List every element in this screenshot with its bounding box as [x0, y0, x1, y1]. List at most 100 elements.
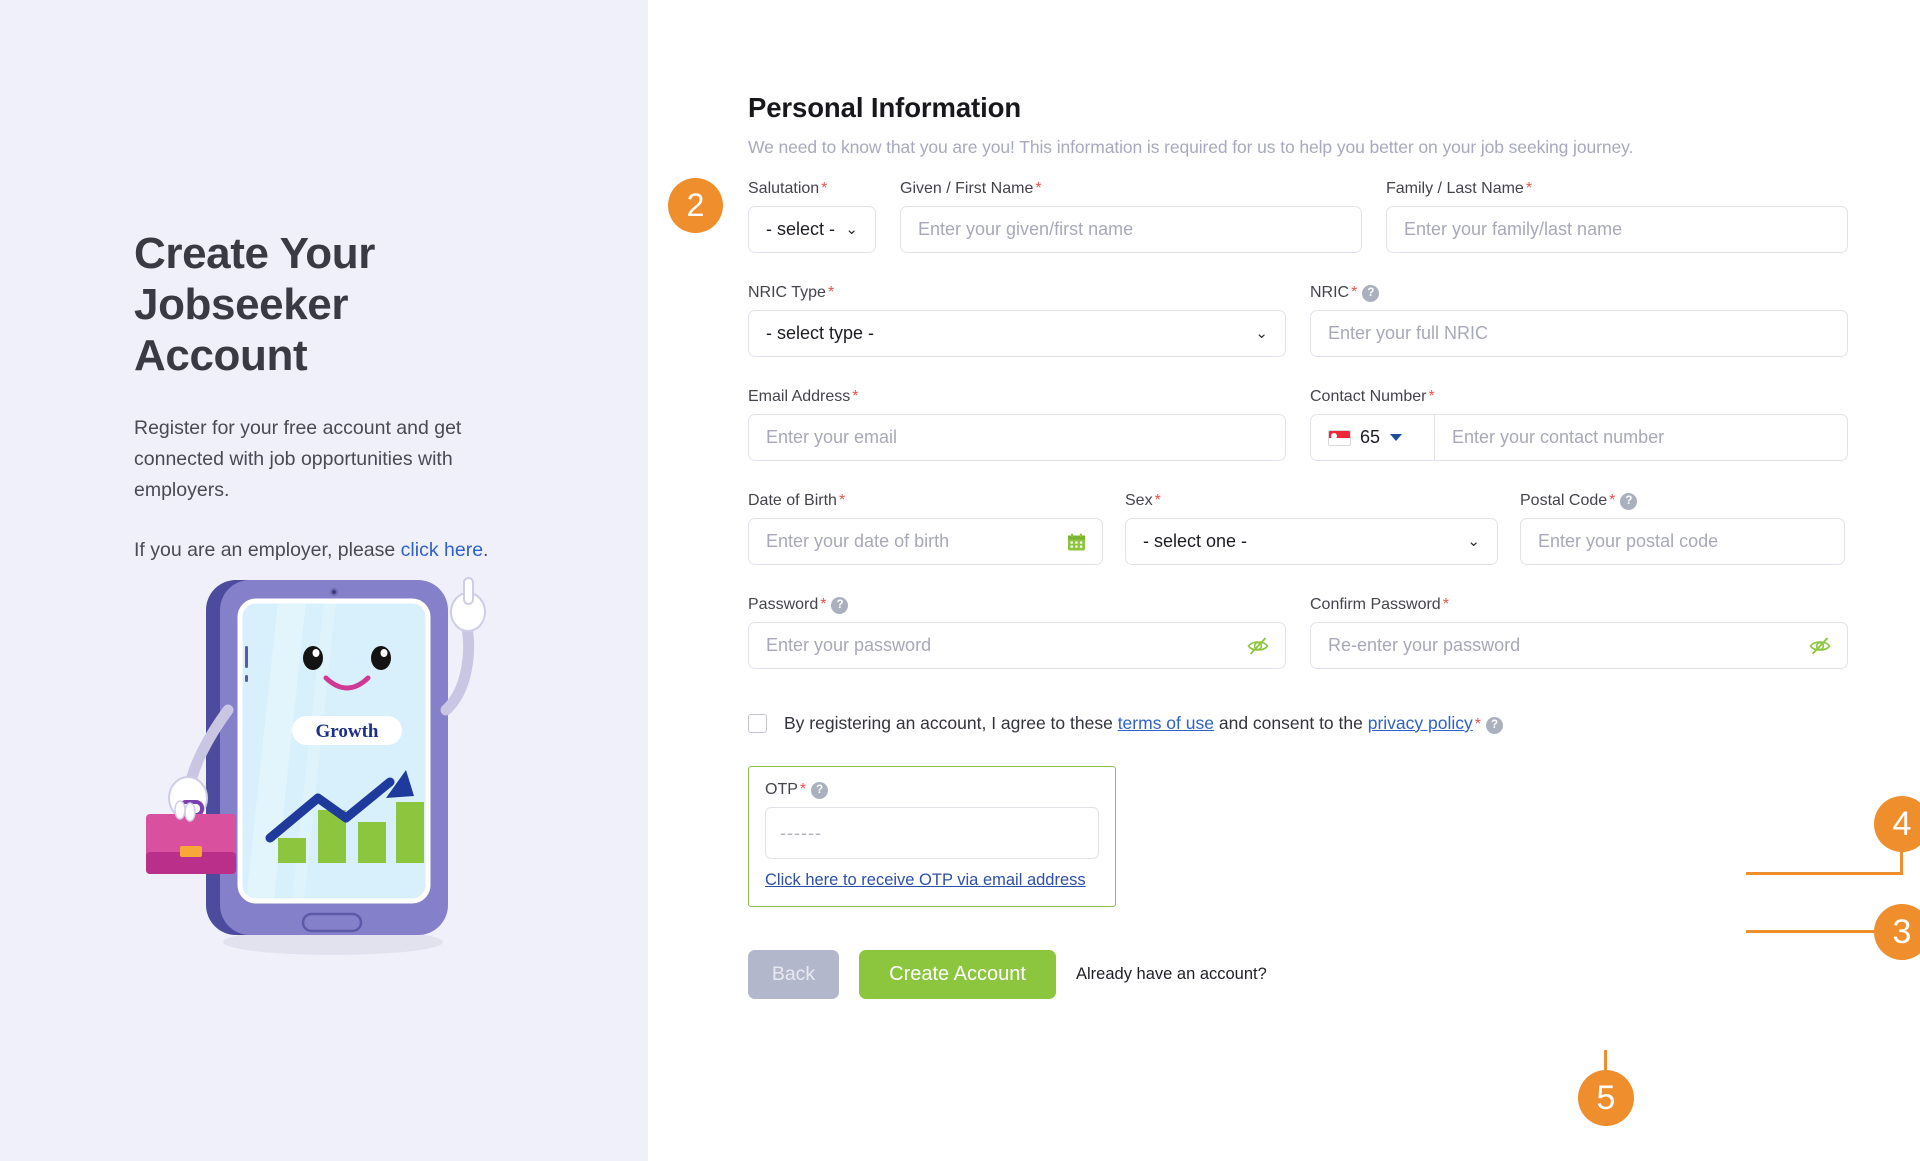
required-asterisk: *	[821, 180, 828, 197]
given-name-label: Given / First Name *	[900, 180, 1362, 199]
required-asterisk: *	[820, 596, 827, 613]
required-asterisk: *	[1154, 492, 1161, 509]
callout-leader-4-horizontal	[1746, 872, 1903, 875]
field-sex: Sex * - select one - ⌄	[1125, 492, 1498, 565]
callout-leader-4-vertical	[1900, 852, 1903, 874]
form-container: Personal Information We need to know tha…	[748, 92, 1848, 999]
contact-number-input[interactable]: Enter your contact number	[1434, 414, 1848, 461]
password-placeholder: Enter your password	[766, 635, 932, 655]
contact-input-group: 65 Enter your contact number	[1310, 414, 1848, 461]
email-label-text: Email Address	[748, 388, 851, 405]
employer-click-here-link[interactable]: click here	[401, 539, 483, 561]
required-asterisk: *	[827, 284, 835, 301]
terms-of-use-link[interactable]: terms of use	[1118, 713, 1214, 733]
callout-badge-5: 5	[1578, 1070, 1634, 1126]
left-panel-content: Create Your Jobseeker Account Register f…	[134, 228, 534, 566]
caret-down-icon	[1390, 434, 1403, 441]
callout-badge-3: 3	[1874, 904, 1920, 960]
nric-label: NRIC *?	[1310, 284, 1848, 303]
employer-text-suffix: .	[483, 539, 489, 561]
country-code-selector[interactable]: 65	[1310, 414, 1434, 461]
eye-slash-icon[interactable]	[1809, 636, 1831, 655]
family-name-label-text: Family / Last Name	[1386, 180, 1524, 197]
contact-label-text: Contact Number	[1310, 388, 1427, 405]
confirm-password-label: Confirm Password *	[1310, 596, 1848, 615]
otp-input[interactable]: ------	[765, 807, 1099, 859]
field-postal-code: Postal Code *? Enter your postal code	[1520, 492, 1845, 565]
family-name-input[interactable]: Enter your family/last name	[1386, 206, 1848, 253]
help-icon[interactable]: ?	[1620, 493, 1638, 510]
otp-label: OTP *?	[765, 781, 1099, 799]
terms-text-before: By registering an account, I agree to th…	[784, 713, 1113, 733]
help-icon[interactable]: ?	[1486, 717, 1504, 734]
help-icon[interactable]: ?	[831, 597, 849, 614]
confirm-password-label-text: Confirm Password	[1310, 596, 1441, 613]
password-label-text: Password	[748, 596, 819, 613]
required-asterisk: *	[1525, 180, 1533, 197]
postal-label: Postal Code *?	[1520, 492, 1845, 511]
registration-page: Create Your Jobseeker Account Register f…	[0, 0, 1920, 1161]
family-name-placeholder: Enter your family/last name	[1404, 219, 1623, 239]
terms-agreement-row: By registering an account, I agree to th…	[748, 713, 1848, 734]
given-name-label-text: Given / First Name	[900, 180, 1034, 197]
country-code-value: 65	[1360, 427, 1381, 447]
form-row-demographics: Date of Birth* Enter your date of birth	[748, 492, 1848, 565]
sex-select[interactable]: - select one - ⌄	[1125, 518, 1498, 565]
form-row-nric: NRIC Type * - select type - ⌄ NRIC *? Ente…	[748, 284, 1848, 357]
registration-form-panel: Personal Information We need to know tha…	[648, 0, 1920, 1161]
chevron-down-icon: ⌄	[1467, 533, 1480, 550]
help-icon[interactable]: ?	[811, 782, 829, 799]
dob-label: Date of Birth *	[748, 492, 1103, 511]
otp-panel: OTP *? ------ Click here to receive OTP v…	[748, 766, 1116, 907]
nric-type-select[interactable]: - select type - ⌄	[748, 310, 1286, 357]
form-row-name: Salutation * - select - ⌄ Given / First N…	[748, 180, 1848, 253]
field-confirm-password: Confirm Password * Re-enter your password	[1310, 596, 1848, 669]
field-salutation: Salutation * - select - ⌄	[748, 180, 876, 253]
field-email: Email Address * Enter your email	[748, 388, 1286, 461]
calendar-icon[interactable]	[1067, 532, 1086, 551]
already-have-account-text: Already have an account?	[1076, 965, 1267, 983]
postal-input[interactable]: Enter your postal code	[1520, 518, 1845, 565]
password-input[interactable]: Enter your password	[748, 622, 1286, 669]
required-asterisk: *	[1442, 596, 1449, 613]
tablet-mascot-illustration: Growth	[128, 570, 508, 965]
section-subtitle: We need to know that you are you! This i…	[748, 137, 1634, 157]
email-input[interactable]: Enter your email	[748, 414, 1286, 461]
employer-text-prefix: If you are an employer, please	[134, 539, 401, 561]
salutation-label: Salutation *	[748, 180, 876, 199]
given-name-input[interactable]: Enter your given/first name	[900, 206, 1362, 253]
given-name-placeholder: Enter your given/first name	[918, 219, 1134, 239]
dob-label-text: Date of Birth	[748, 492, 837, 509]
otp-placeholder: ------	[780, 822, 822, 843]
salutation-select[interactable]: - select - ⌄	[748, 206, 876, 253]
dob-input[interactable]: Enter your date of birth	[748, 518, 1103, 565]
callout-leader-3-horizontal	[1746, 930, 1886, 933]
left-info-panel: Create Your Jobseeker Account Register f…	[0, 0, 648, 1161]
callout-badge-2: 2	[668, 178, 723, 233]
form-actions: Back Create Account Already have an acco…	[748, 950, 1848, 999]
intro-paragraph: Register for your free account and get c…	[134, 417, 462, 501]
eye-slash-icon[interactable]	[1247, 636, 1269, 655]
field-nric: NRIC *? Enter your full NRIC	[1310, 284, 1848, 357]
required-asterisk: *	[1428, 388, 1435, 405]
confirm-password-input[interactable]: Re-enter your password	[1310, 622, 1848, 669]
terms-text-middle: and consent to the	[1218, 713, 1363, 733]
salutation-value: - select -	[766, 219, 836, 239]
otp-label-text: OTP	[765, 781, 798, 798]
confirm-password-placeholder: Re-enter your password	[1328, 635, 1521, 655]
privacy-policy-link[interactable]: privacy policy	[1368, 713, 1473, 733]
nric-type-label: NRIC Type *	[748, 284, 1286, 303]
sex-label-text: Sex	[1125, 492, 1153, 509]
receive-otp-link[interactable]: Click here to receive OTP via email addr…	[765, 871, 1086, 890]
help-icon[interactable]: ?	[1362, 285, 1380, 302]
nric-input[interactable]: Enter your full NRIC	[1310, 310, 1848, 357]
field-password: Password *? Enter your password	[748, 596, 1286, 669]
salutation-label-text: Salutation	[748, 180, 820, 197]
create-account-button[interactable]: Create Account	[859, 950, 1056, 999]
back-button[interactable]: Back	[748, 950, 839, 999]
page-title: Create Your Jobseeker Account	[134, 229, 375, 380]
terms-text: By registering an account, I agree to th…	[784, 713, 1504, 734]
terms-checkbox[interactable]	[748, 714, 767, 733]
form-row-contact: Email Address * Enter your email Contact …	[748, 388, 1848, 461]
section-title: Personal Information	[748, 92, 1022, 123]
